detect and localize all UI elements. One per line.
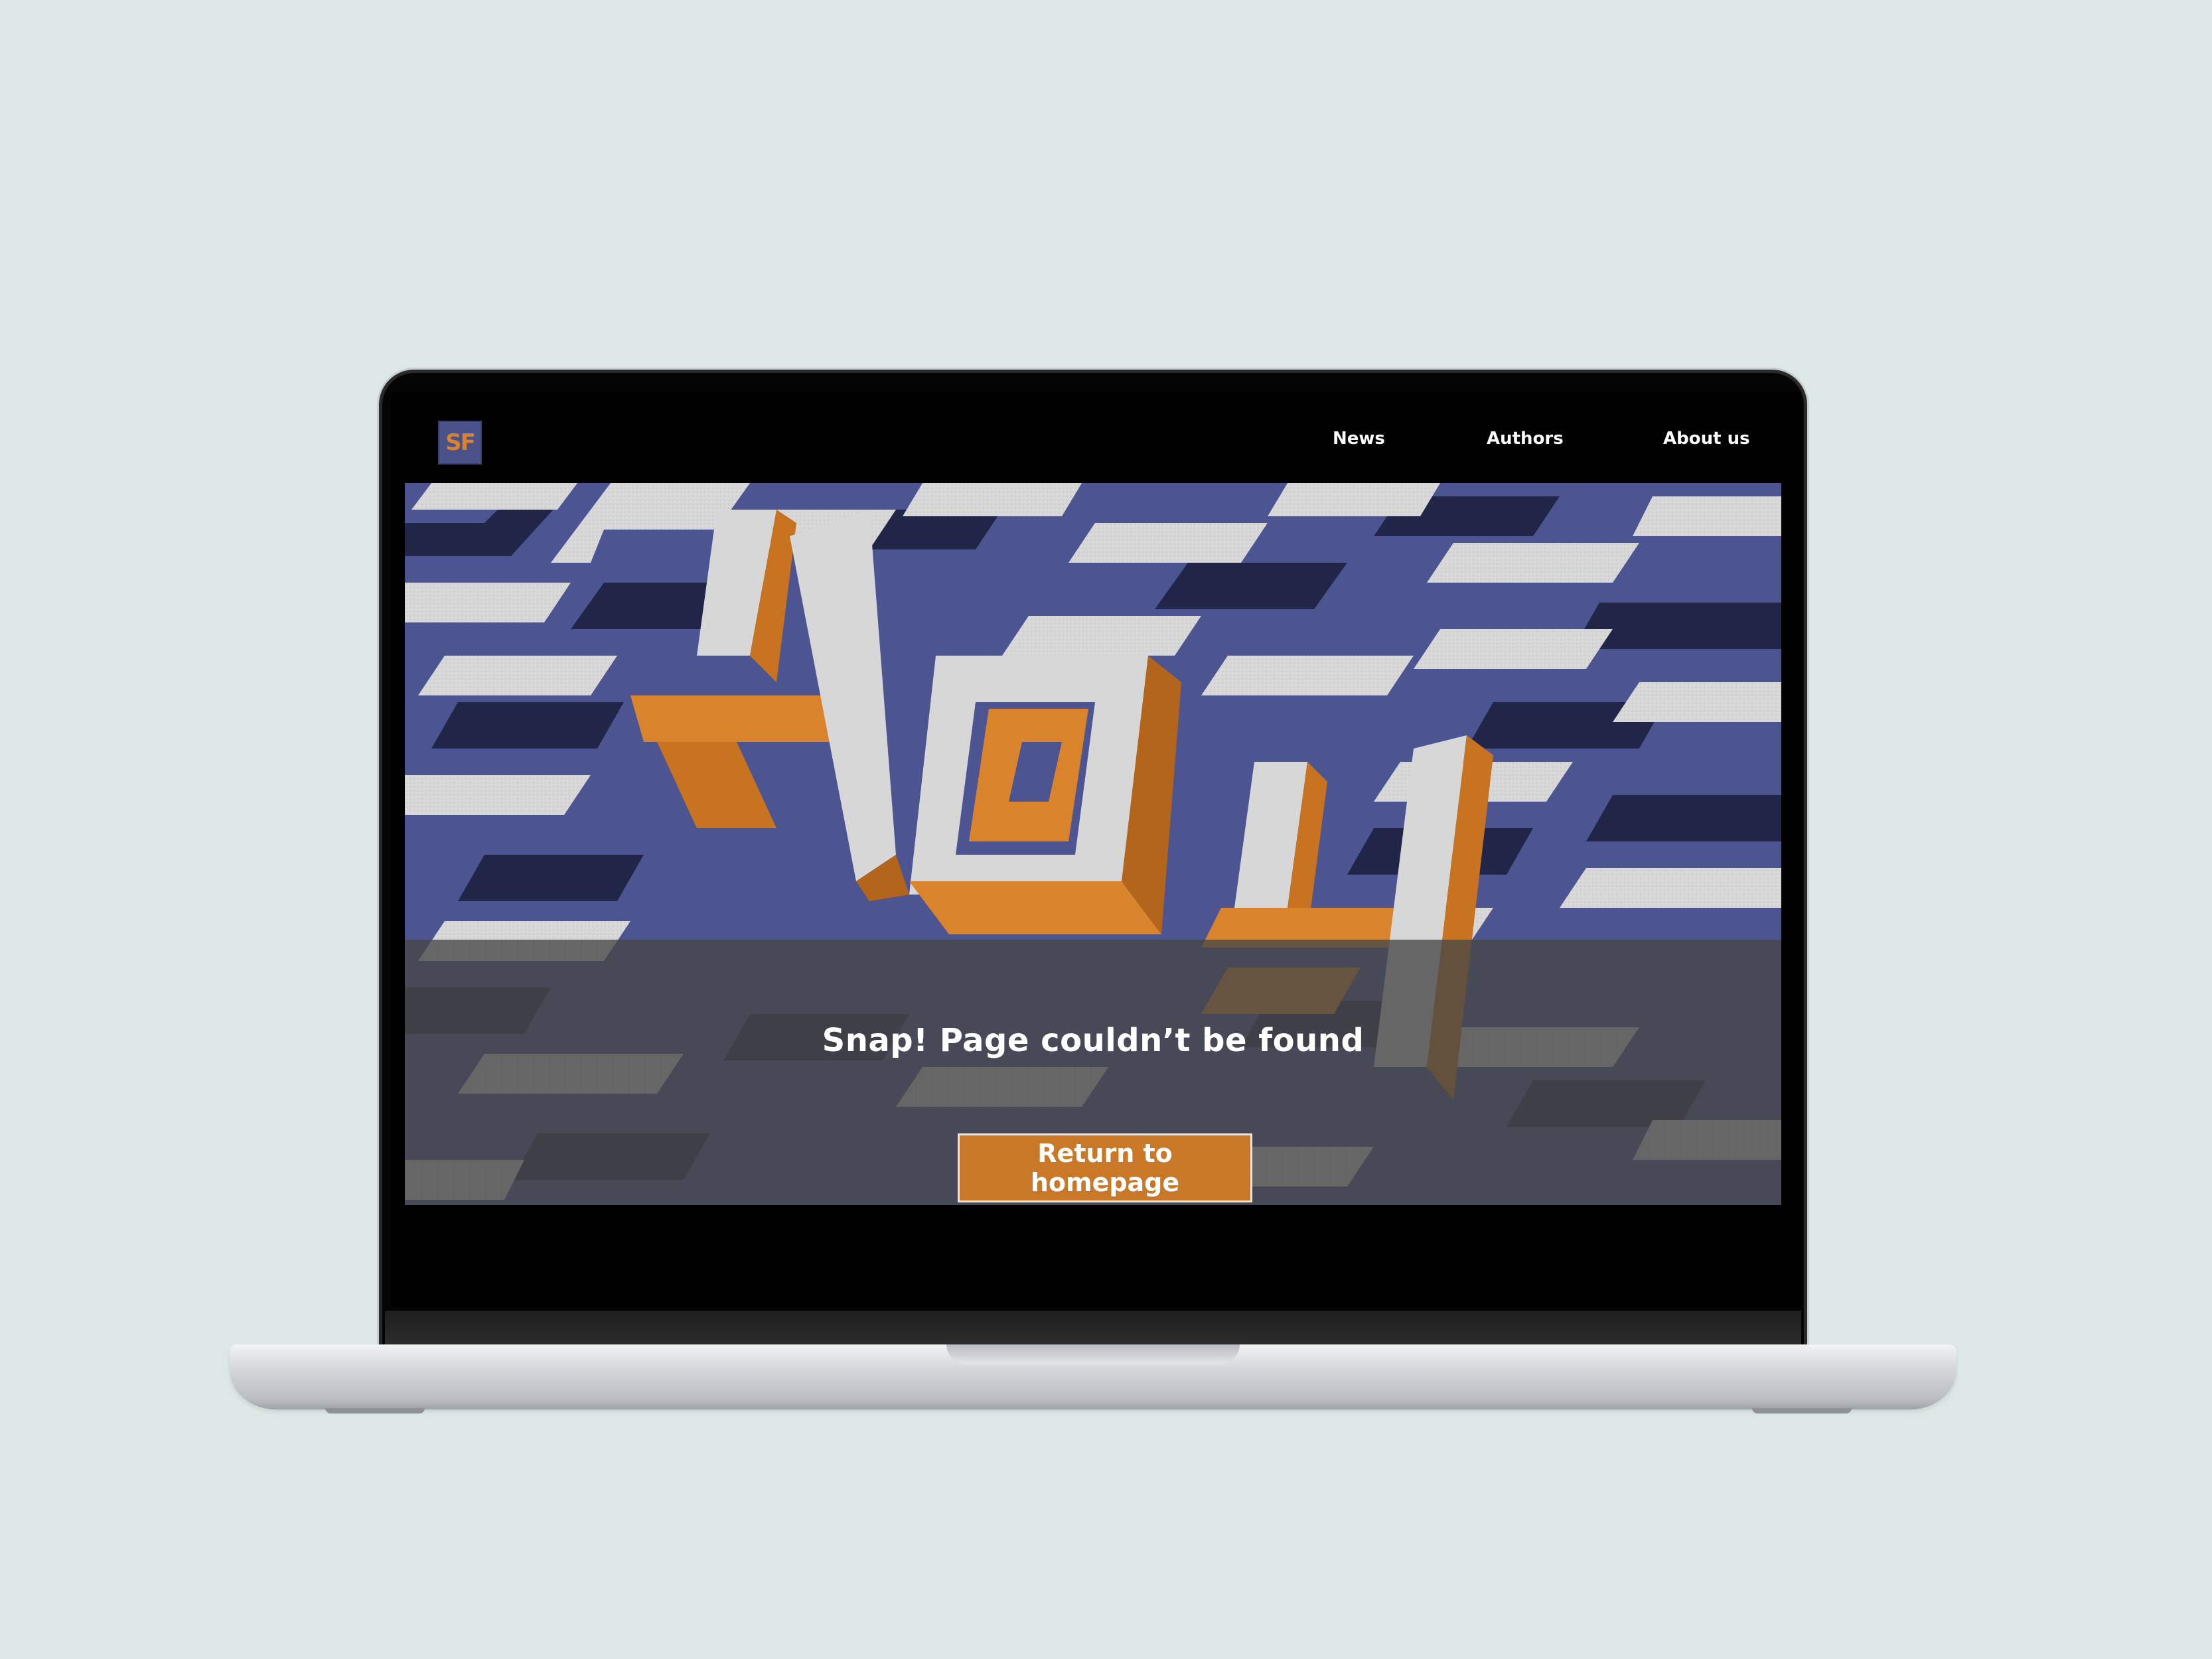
mockup-stage: SF News Authors About us Snap! Page coul… — [0, 0, 2212, 1659]
error-headline: Snap! Page couldn’t be found — [822, 1022, 1364, 1059]
laptop-foot-left — [325, 1408, 425, 1413]
return-to-homepage-button[interactable]: Return to homepage — [958, 1133, 1252, 1202]
nav-link-news[interactable]: News — [1333, 429, 1385, 449]
screen-bottom-bezel — [385, 1311, 1801, 1345]
laptop-notch — [946, 1344, 1240, 1364]
hero-section: Snap! Page couldn’t be found Return to h… — [405, 483, 1781, 1205]
laptop-foot-right — [1752, 1408, 1852, 1413]
nav-link-about-us[interactable]: About us — [1663, 429, 1750, 449]
site-header: SF News Authors About us — [392, 392, 1801, 483]
browser-viewport: SF News Authors About us Snap! Page coul… — [392, 392, 1801, 1307]
nav-link-authors[interactable]: Authors — [1487, 429, 1564, 449]
site-logo[interactable]: SF — [438, 421, 482, 465]
